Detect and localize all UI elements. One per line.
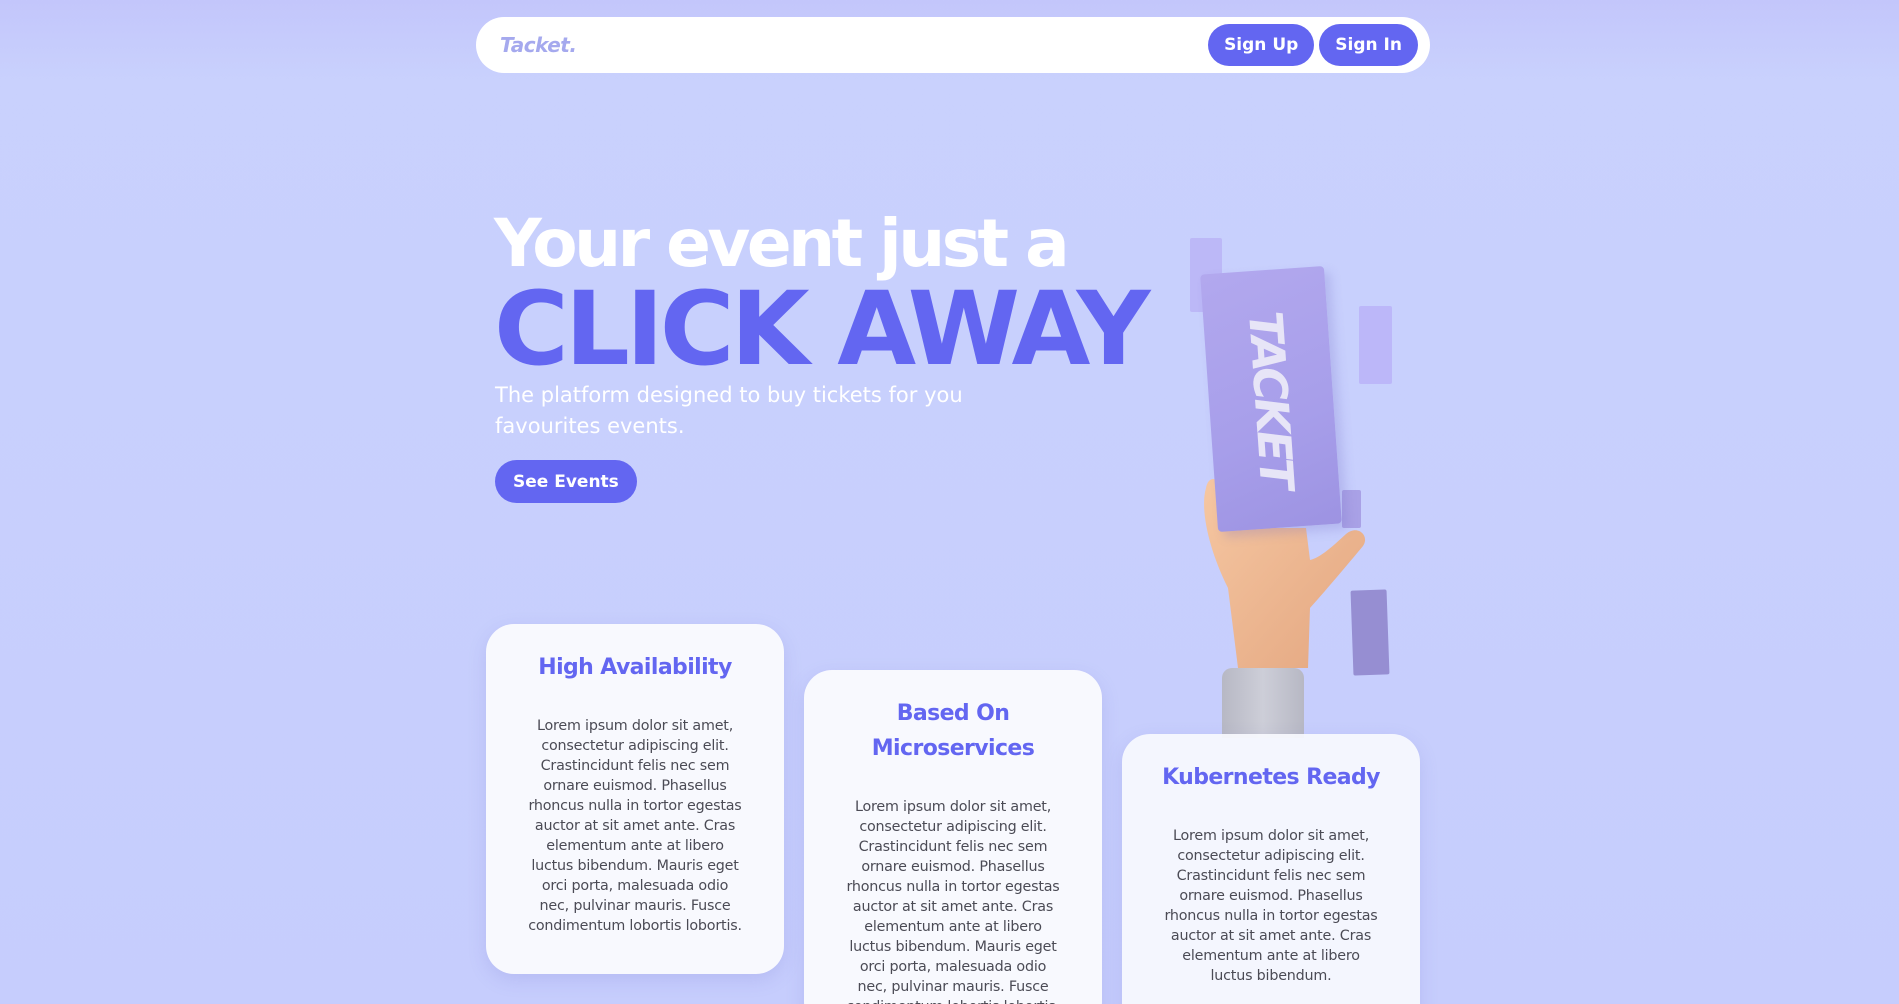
card-title: High Availability	[538, 655, 732, 680]
logo[interactable]: Tacket.	[500, 33, 577, 57]
sleeve	[1222, 668, 1304, 738]
sign-up-button[interactable]: Sign Up	[1208, 24, 1315, 66]
card-body: Lorem ipsum dolor sit amet, consectetur …	[846, 799, 1060, 1004]
sign-in-button[interactable]: Sign In	[1319, 24, 1418, 66]
card-body: Lorem ipsum dolor sit amet, consectetur …	[1164, 828, 1378, 984]
card-title: Based On Microservices	[871, 701, 1035, 761]
hero-subtitle: The platform designed to buy tickets for…	[495, 383, 963, 438]
floating-rect-2	[1359, 306, 1392, 384]
navbar: Tacket. Sign Up Sign In	[476, 17, 1430, 73]
nav-actions: Sign Up Sign In	[1208, 24, 1418, 66]
ticket-illustration: TACKET	[1200, 265, 1342, 533]
feature-card-high-availability: High Availability Lorem ipsum dolor sit …	[486, 624, 784, 974]
feature-card-microservices: Based On Microservices Lorem ipsum dolor…	[804, 670, 1102, 1004]
ticket-label: TACKET	[1237, 309, 1305, 489]
see-events-button[interactable]: See Events	[495, 460, 637, 503]
card-title: Kubernetes Ready	[1162, 765, 1380, 790]
card-body: Lorem ipsum dolor sit amet, consectetur …	[528, 718, 742, 934]
feature-card-kubernetes: Kubernetes Ready Lorem ipsum dolor sit a…	[1122, 734, 1420, 1004]
hero-headline-accent: CLICK AWAY	[494, 270, 1151, 389]
